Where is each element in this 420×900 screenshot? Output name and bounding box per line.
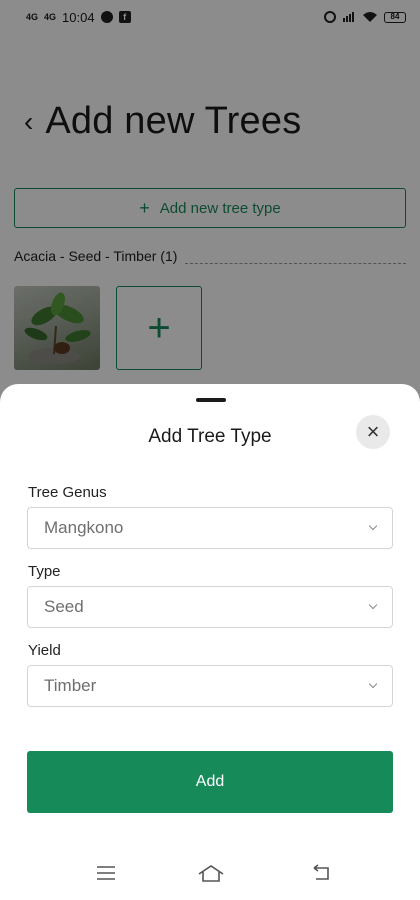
yield-value: Timber	[44, 676, 97, 695]
sheet-drag-handle[interactable]	[196, 398, 226, 402]
close-icon: ×	[366, 419, 380, 444]
back-icon[interactable]	[310, 864, 332, 882]
add-tree-type-sheet: Add Tree Type × Tree Genus Mangkono Type…	[0, 384, 420, 900]
tree-genus-value: Mangkono	[44, 518, 124, 537]
type-select[interactable]: Seed	[27, 586, 393, 628]
add-button[interactable]: Add	[27, 751, 393, 813]
tree-genus-select[interactable]: Mangkono	[27, 507, 393, 549]
menu-icon[interactable]	[95, 864, 117, 882]
chevron-down-icon	[368, 679, 378, 689]
type-value: Seed	[44, 597, 84, 616]
yield-select[interactable]: Timber	[27, 665, 393, 707]
home-icon[interactable]	[197, 864, 225, 884]
yield-label: Yield	[28, 642, 61, 659]
chevron-down-icon	[368, 521, 378, 531]
type-label: Type	[28, 563, 61, 580]
system-nav-bar	[0, 854, 420, 894]
close-button[interactable]: ×	[356, 415, 390, 449]
tree-genus-label: Tree Genus	[28, 484, 107, 501]
chevron-down-icon	[368, 600, 378, 610]
